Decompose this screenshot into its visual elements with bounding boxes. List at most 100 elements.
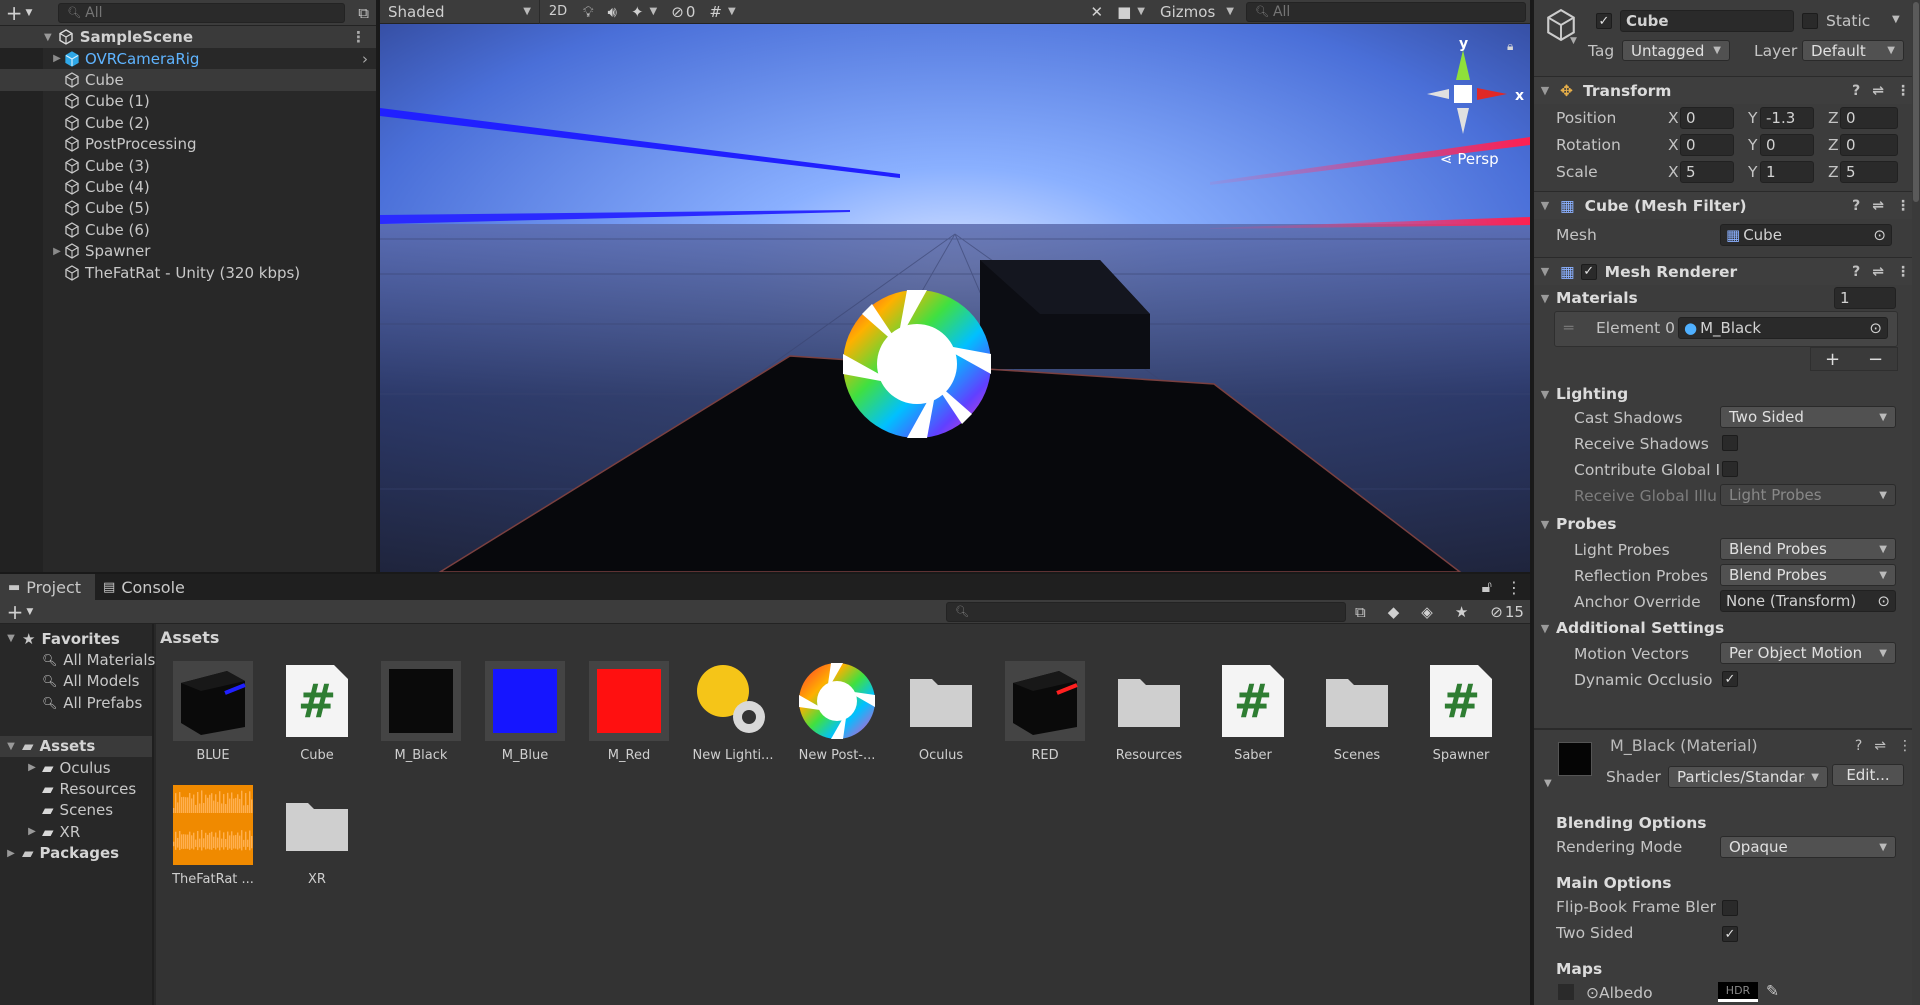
anchor-override-field[interactable]: None (Transform) ⊙ bbox=[1720, 590, 1896, 612]
eyedropper-icon[interactable]: ✎ bbox=[1766, 982, 1779, 1000]
presets-icon[interactable]: ⇌ bbox=[1872, 264, 1884, 280]
edit-shader-button[interactable]: Edit... bbox=[1832, 764, 1904, 786]
light-probes-dropdown[interactable]: Blend Probes ▼ bbox=[1720, 538, 1896, 560]
asset-item[interactable]: # Saber bbox=[1208, 660, 1298, 763]
asset-folder-item[interactable]: ▶ ▰ XR bbox=[0, 821, 152, 842]
object-picker-icon[interactable]: ⊙ bbox=[1873, 226, 1886, 244]
hierarchy-item[interactable]: ▶ Spawner bbox=[0, 241, 376, 262]
asset-item[interactable]: # Spawner bbox=[1416, 660, 1506, 763]
rendering-mode-dropdown[interactable]: Opaque ▼ bbox=[1720, 836, 1896, 858]
scene-header[interactable]: ▼ SampleScene ⋮ bbox=[0, 26, 376, 48]
scale-z-field[interactable]: 5 bbox=[1840, 160, 1898, 183]
static-chevron-down-icon[interactable]: ▼ bbox=[1892, 14, 1900, 25]
asset-folder-item[interactable]: ▶ ▰ Oculus bbox=[0, 757, 152, 778]
asset-folder-item[interactable]: ▰ Resources bbox=[0, 778, 152, 799]
motion-vectors-dropdown[interactable]: Per Object Motion ▼ bbox=[1720, 642, 1896, 664]
scene-menu-icon[interactable]: ⋮ bbox=[351, 28, 366, 46]
asset-item[interactable]: Resources bbox=[1104, 660, 1194, 763]
contribute-gi-checkbox[interactable] bbox=[1722, 461, 1738, 477]
static-checkbox[interactable] bbox=[1802, 13, 1818, 29]
hierarchy-item[interactable]: ▶ OVRCameraRig › bbox=[0, 48, 376, 69]
asset-item[interactable]: # Cube bbox=[272, 660, 362, 763]
camera-icon[interactable]: ■ ▼ bbox=[1110, 0, 1152, 24]
asset-item[interactable]: Oculus bbox=[896, 660, 986, 763]
materials-foldout[interactable]: ▼ Materials bbox=[1534, 289, 1638, 307]
expand-arrow-icon[interactable]: ▶ bbox=[22, 826, 42, 837]
rotation-y-field[interactable]: 0 bbox=[1760, 133, 1814, 156]
element0-object-field[interactable]: ● M_Black ⊙ bbox=[1678, 317, 1888, 339]
drag-handle-icon[interactable]: ═ bbox=[1564, 319, 1573, 337]
lock-icon[interactable]: 🔒︎ bbox=[1507, 39, 1513, 53]
object-picker-icon[interactable]: ⊙ bbox=[1586, 984, 1599, 1002]
hierarchy-item[interactable]: Cube (6) bbox=[0, 219, 376, 240]
hierarchy-item[interactable]: Cube (2) bbox=[0, 112, 376, 133]
help-icon[interactable]: ? bbox=[1852, 198, 1860, 214]
hierarchy-item[interactable]: Cube (5) bbox=[0, 198, 376, 219]
lighting-toggle-icon[interactable]: 💡︎ bbox=[576, 0, 601, 24]
search-by-type-icon[interactable]: ⧉ bbox=[1348, 600, 1373, 624]
expand-arrow-icon[interactable]: ▶ bbox=[50, 53, 64, 64]
flipbook-checkbox[interactable] bbox=[1722, 900, 1738, 916]
mesh-renderer-header[interactable]: ▼ ▦ ✓ Mesh Renderer ? ⇌ ⋮ bbox=[1534, 257, 1920, 285]
tab-project[interactable]: ▬ Project bbox=[0, 574, 96, 600]
favorite-item[interactable]: 🔍︎ All Materials bbox=[0, 649, 155, 670]
scene-viewport[interactable]: y x 🔒︎ ⋖ Persp bbox=[380, 24, 1530, 572]
asset-item[interactable]: New Lighti... bbox=[688, 660, 778, 763]
expand-arrow-icon[interactable]: ▶ bbox=[50, 246, 64, 257]
shading-mode-dropdown[interactable]: Shaded ▼ bbox=[380, 0, 540, 24]
asset-item[interactable]: M_Black bbox=[376, 660, 466, 763]
help-icon[interactable]: ? bbox=[1852, 264, 1860, 280]
scene-search[interactable]: 🔍︎ bbox=[1246, 1, 1526, 22]
create-dropdown-button[interactable]: + ▼ bbox=[0, 0, 38, 26]
component-menu-icon[interactable]: ⋮ bbox=[1896, 83, 1910, 99]
icon-chevron-down-icon[interactable]: ▼ bbox=[1570, 36, 1577, 46]
favorite-item[interactable]: 🔍︎ All Models bbox=[0, 671, 152, 692]
2d-toggle-button[interactable]: 2D bbox=[540, 0, 576, 24]
create-asset-button[interactable]: + ▼ bbox=[0, 599, 40, 625]
hidden-objects-toggle[interactable]: ⊘ 0 bbox=[664, 0, 702, 24]
expand-arrow-icon[interactable]: ▶ bbox=[22, 762, 42, 773]
assets-folder[interactable]: ▼ ▰ Assets bbox=[0, 735, 152, 757]
remove-element-button[interactable]: − bbox=[1868, 349, 1883, 370]
asset-item[interactable]: TheFatRat ... bbox=[168, 784, 258, 887]
object-picker-icon[interactable]: ⊙ bbox=[1869, 319, 1882, 337]
hierarchy-item[interactable]: PostProcessing bbox=[0, 134, 376, 155]
favorites-header[interactable]: ▼ ★ Favorites bbox=[0, 628, 152, 649]
layer-dropdown[interactable]: Default ▼ bbox=[1802, 40, 1904, 61]
active-checkbox[interactable]: ✓ bbox=[1596, 13, 1612, 29]
additional-settings-foldout[interactable]: ▼ Additional Settings bbox=[1534, 619, 1724, 637]
tools-icon[interactable]: ✕ bbox=[1084, 0, 1111, 24]
tag-dropdown[interactable]: Untagged ▼ bbox=[1622, 40, 1730, 61]
two-sided-checkbox[interactable]: ✓ bbox=[1722, 926, 1738, 942]
asset-item[interactable]: M_Blue bbox=[480, 660, 570, 763]
collapse-arrow-icon[interactable]: ▼ bbox=[44, 32, 52, 43]
lock-icon[interactable]: 🔓︎ bbox=[1476, 574, 1498, 600]
shader-dropdown[interactable]: Particles/Standard ▼ bbox=[1668, 766, 1828, 788]
add-element-button[interactable]: + bbox=[1825, 349, 1840, 370]
hidden-packages-toggle[interactable]: ⊘ 15 bbox=[1483, 600, 1531, 624]
component-menu-icon[interactable]: ⋮ bbox=[1898, 738, 1912, 754]
effects-toggle-icon[interactable]: ✦ ▼ bbox=[624, 0, 664, 24]
transform-header[interactable]: ▼ ✥ Transform ? ⇌ ⋮ bbox=[1534, 76, 1920, 104]
object-name-field[interactable]: Cube bbox=[1620, 10, 1794, 32]
position-y-field[interactable]: -1.3 bbox=[1760, 106, 1814, 129]
help-icon[interactable]: ? bbox=[1852, 83, 1860, 99]
favorite-item[interactable]: 🔍︎ All Prefabs bbox=[0, 692, 152, 713]
component-menu-icon[interactable]: ⋮ bbox=[1896, 198, 1910, 214]
albedo-color-field[interactable]: HDR bbox=[1718, 982, 1758, 1002]
hierarchy-item[interactable]: Cube (4) bbox=[0, 176, 376, 197]
scene-search-input[interactable] bbox=[1272, 3, 1517, 20]
tab-console[interactable]: ▤ Console bbox=[95, 574, 199, 600]
dynamic-occlusion-checkbox[interactable]: ✓ bbox=[1722, 671, 1738, 687]
component-menu-icon[interactable]: ⋮ bbox=[1896, 264, 1910, 280]
favorite-star-icon[interactable]: ★ bbox=[1448, 600, 1475, 624]
asset-folder-item[interactable]: ▰ Scenes bbox=[0, 800, 152, 821]
position-z-field[interactable]: 0 bbox=[1840, 106, 1898, 129]
help-icon[interactable]: ? bbox=[1855, 738, 1862, 754]
presets-icon[interactable]: ⇌ bbox=[1874, 738, 1886, 754]
hierarchy-search-input[interactable] bbox=[85, 4, 337, 21]
asset-item[interactable]: RED bbox=[1000, 660, 1090, 763]
rotation-x-field[interactable]: 0 bbox=[1680, 133, 1734, 156]
packages-folder[interactable]: ▶ ▰ Packages bbox=[0, 843, 152, 864]
hierarchy-item[interactable]: TheFatRat - Unity (320 kbps) bbox=[0, 262, 376, 283]
